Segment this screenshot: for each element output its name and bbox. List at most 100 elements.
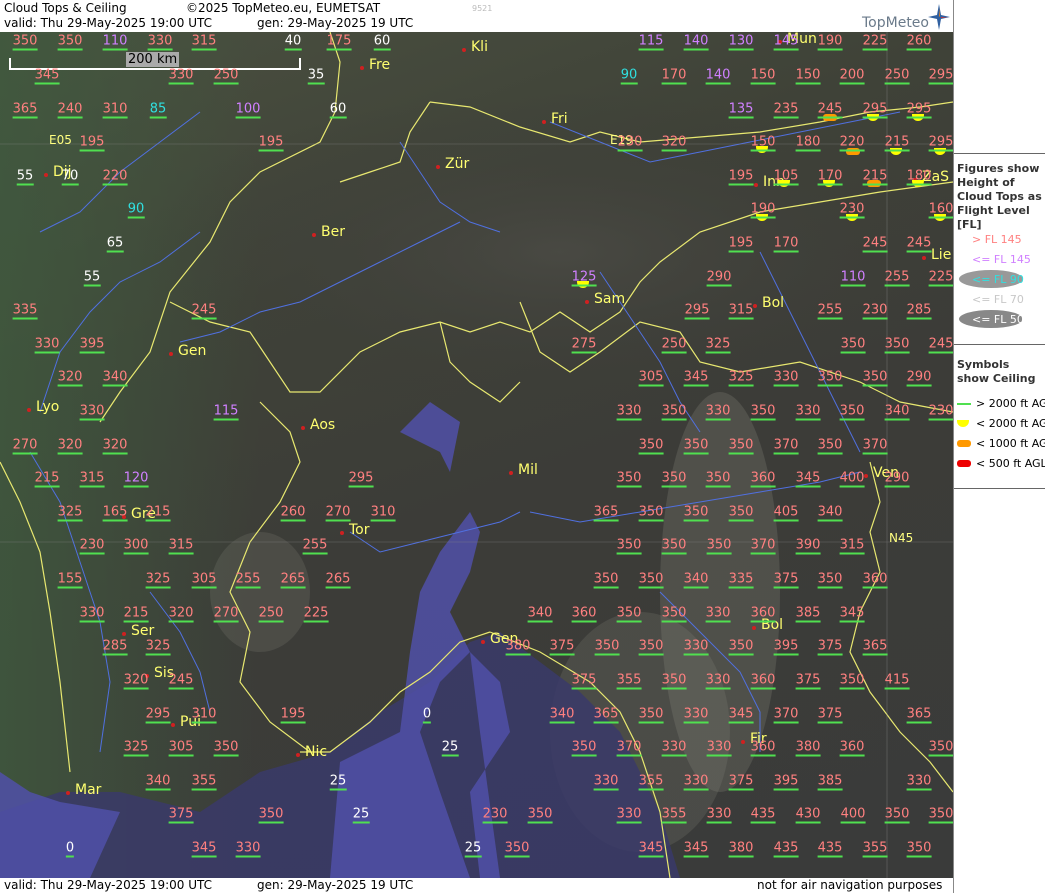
cloud-top-value: 255 [302, 537, 328, 555]
ceiling-bar [57, 48, 83, 51]
cloud-top-value: 375 [571, 672, 597, 690]
ceiling-bar [57, 519, 83, 522]
ceiling-bar [325, 519, 351, 522]
ceiling-bar [638, 48, 664, 51]
cloud-top-value: 350 [728, 437, 754, 455]
ceiling-bar [884, 351, 910, 354]
cloud-top-value: 175 [326, 33, 352, 51]
cloud-top-value: 350 [571, 739, 597, 757]
ceiling-bar [191, 586, 217, 589]
ceiling-bar [12, 317, 38, 320]
cloud-top-value: 195 [728, 235, 754, 253]
ceiling-bar [840, 284, 866, 287]
ceiling-bar [168, 821, 194, 824]
city-dot-icon [301, 426, 305, 430]
ceiling-bar [79, 418, 105, 421]
road-label: E05 [49, 133, 72, 147]
cloud-top-value: 265 [325, 571, 351, 589]
ceiling-bar [79, 552, 105, 555]
cloud-top-value: 330 [706, 806, 732, 824]
ceiling-bar [728, 183, 754, 186]
ceiling-bar [373, 48, 391, 51]
ceiling-bar [817, 788, 843, 791]
ceiling-bar [123, 754, 149, 757]
ceiling-bar [683, 384, 709, 387]
cloud-top-value: 355 [191, 773, 217, 791]
cloud-top-value: 330 [706, 739, 732, 757]
cloud-top-value: 330 [616, 403, 642, 421]
ceiling-bar [661, 418, 687, 421]
city-label: Tor [340, 523, 370, 537]
cloud-top-value: 350 [594, 638, 620, 656]
cloud-top-value: 130 [728, 33, 754, 51]
city-dot-icon [44, 173, 48, 177]
ceiling-bar [862, 183, 888, 186]
cloud-top-value: 195 [280, 706, 306, 724]
road-label: N45 [889, 531, 914, 545]
legend-level: <= FL 145 [972, 253, 1031, 266]
chart-title: Cloud Tops & Ceiling [4, 1, 127, 15]
ceiling-bar [817, 586, 843, 589]
ceiling-bar [928, 82, 953, 85]
cloud-top-value: 365 [862, 638, 888, 656]
ceiling-bar [817, 519, 843, 522]
cloud-top-value: 325 [57, 504, 83, 522]
cloud-top-value: 295 [862, 101, 888, 119]
ceiling-bar [617, 149, 643, 152]
cloud-top-value: 215 [123, 605, 149, 623]
cloud-top-value: 230 [839, 201, 865, 219]
cloud-top-value: 365 [906, 706, 932, 724]
ceiling-bar [706, 552, 732, 555]
ceiling-bar [661, 351, 687, 354]
cloud-top-value: 295 [906, 101, 932, 119]
cloud-top-value: 290 [706, 269, 732, 287]
cloud-top-value: 220 [102, 168, 128, 186]
ceiling-bar [862, 586, 888, 589]
legend-divider [954, 344, 1045, 345]
city-dot-icon [585, 300, 589, 304]
cloud-top-value: 110 [102, 33, 128, 51]
city-dot-icon [481, 640, 485, 644]
city-label: Gen [169, 343, 207, 359]
ceiling-bar [280, 519, 306, 522]
ceiling-bar [884, 821, 910, 824]
cloud-top-value: 255 [817, 302, 843, 320]
ceiling-bar [839, 552, 865, 555]
footer-valid: valid: Thu 29-May-2025 19:00 UTC [4, 878, 213, 892]
cloud-top-value: 85 [149, 101, 167, 119]
cloud-top-value: 350 [728, 504, 754, 522]
cloud-top-value: 375 [728, 773, 754, 791]
ceiling-bar [57, 116, 83, 119]
cloud-top-value: 195 [79, 134, 105, 152]
ceiling-bar [616, 418, 642, 421]
cloud-top-value: 375 [168, 806, 194, 824]
cloud-top-value: 265 [280, 571, 306, 589]
cloud-top-value: 320 [102, 437, 128, 455]
ceiling-bar [34, 485, 60, 488]
ceiling-bar [191, 855, 217, 858]
cloud-top-value: 350 [661, 537, 687, 555]
ceiling-bar [750, 216, 776, 219]
ceiling-bar [34, 351, 60, 354]
city-name: Gen [178, 343, 207, 359]
cloud-top-value: 345 [839, 605, 865, 623]
ceiling-bar [773, 250, 799, 253]
ceiling-bar [616, 687, 642, 690]
ceiling-bar [638, 855, 664, 858]
ceiling-bar [839, 418, 865, 421]
ceiling-bar [839, 485, 865, 488]
cloud-top-value: 380 [505, 638, 531, 656]
cloud-top-value: 375 [817, 638, 843, 656]
city-dot-icon [340, 531, 344, 535]
city-name: Fri [551, 111, 568, 127]
cloud-top-value: 435 [750, 806, 776, 824]
ceiling-bar [706, 821, 732, 824]
cloud-top-value: 375 [817, 706, 843, 724]
cloud-top-value: 300 [123, 537, 149, 555]
cloud-top-value: 345 [683, 369, 709, 387]
ceiling-bar [928, 351, 953, 354]
legend-level: > FL 145 [972, 233, 1022, 246]
ceiling-bar [728, 519, 754, 522]
cloud-top-value: 40 [284, 33, 302, 51]
ceiling-bar [145, 788, 171, 791]
